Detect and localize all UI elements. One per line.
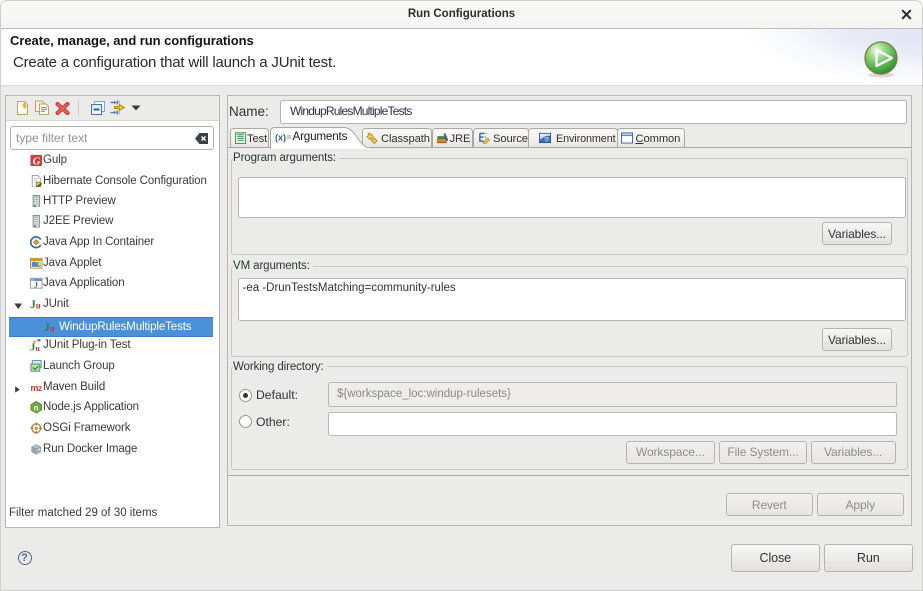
svg-text:J: J xyxy=(34,281,38,290)
svg-text:u: u xyxy=(50,323,55,333)
svg-text:(x): (x) xyxy=(275,132,286,142)
svg-text:u: u xyxy=(36,301,41,311)
svg-text:u: u xyxy=(35,344,40,351)
svg-text:2: 2 xyxy=(38,384,42,392)
svg-text:=: = xyxy=(286,133,291,142)
svg-text:G: G xyxy=(33,155,41,166)
svg-text:n: n xyxy=(34,404,39,413)
